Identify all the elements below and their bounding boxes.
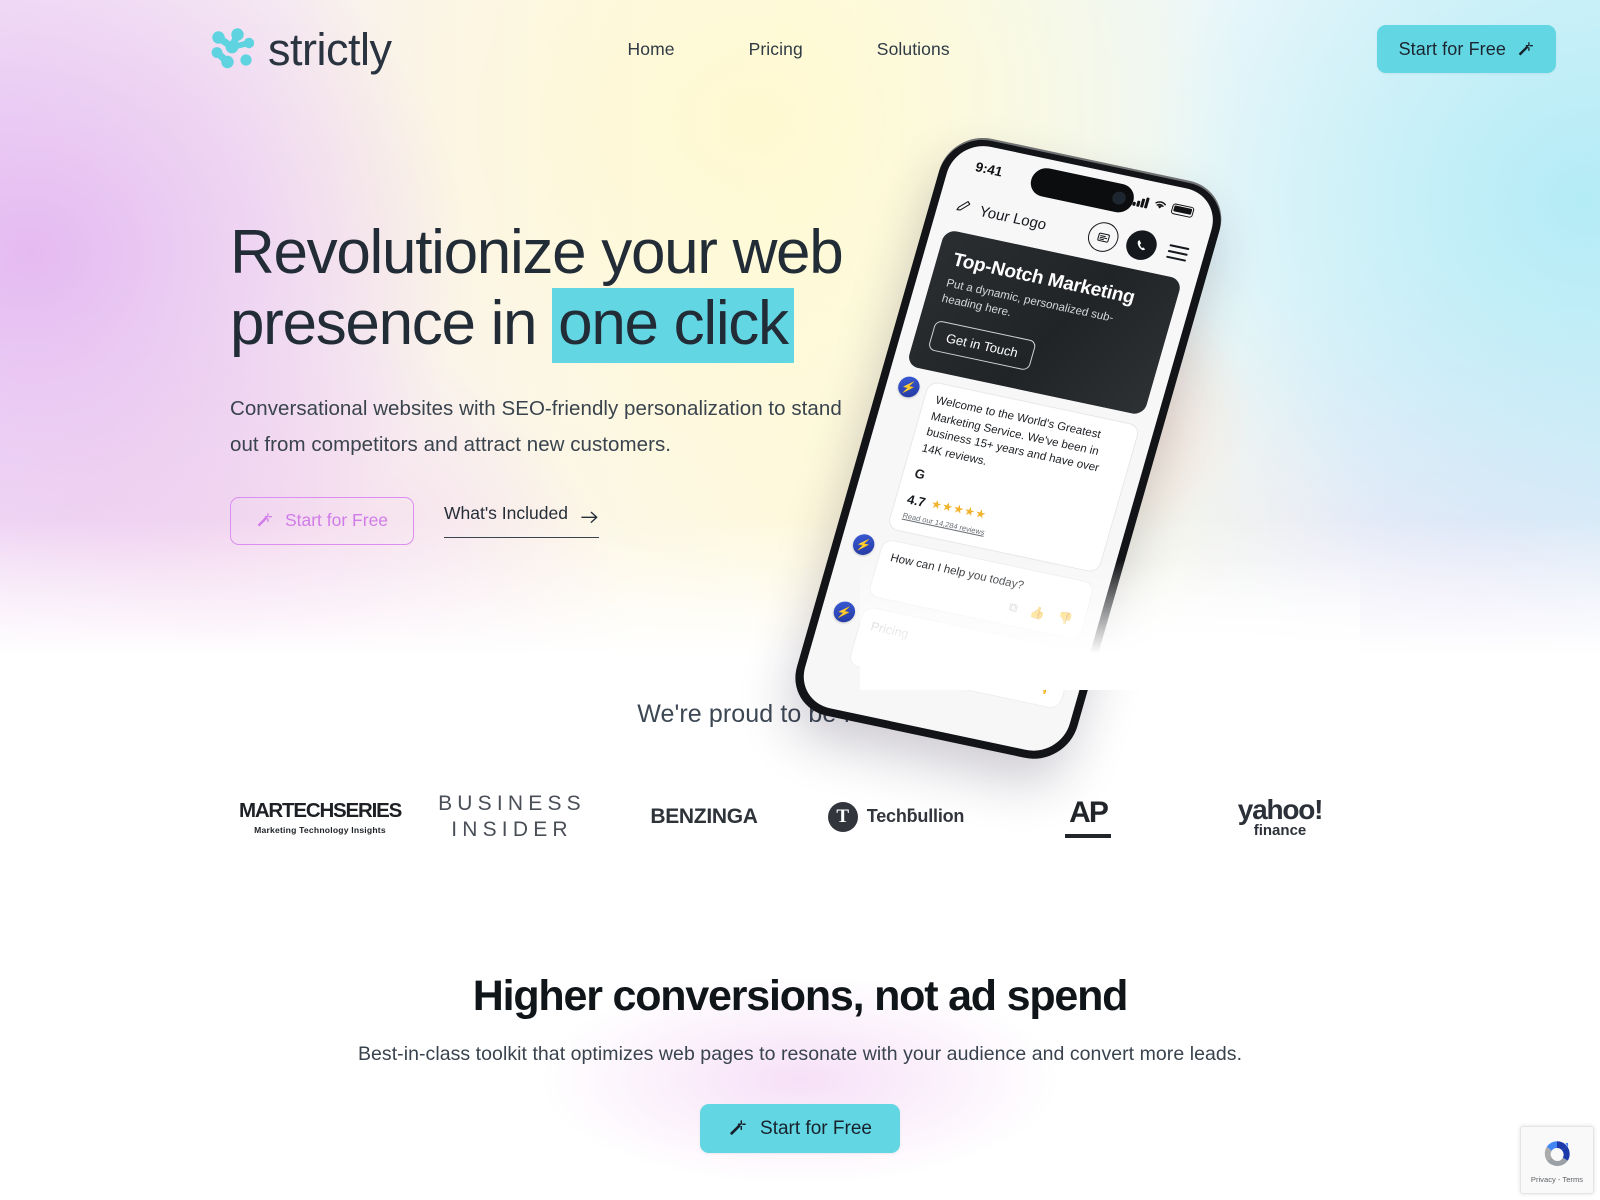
- brand-logo-link[interactable]: strictly: [210, 27, 392, 72]
- pencil-icon: [954, 197, 974, 218]
- recaptcha-label: Privacy - Terms: [1530, 1174, 1584, 1184]
- hero-section: Revolutionize your web presence in one c…: [0, 0, 1600, 767]
- phone-mockup: 9:41 Your Logo Top-Notch Marketing Put a…: [785, 130, 1360, 767]
- phone-get-in-touch-button[interactable]: Get in Touch: [927, 319, 1037, 372]
- conversions-subtitle: Best-in-class toolkit that optimizes web…: [357, 1043, 1243, 1065]
- business-insider-line2: INSIDER: [451, 817, 573, 841]
- featured-in-title: We're proud to be featured in: [637, 700, 963, 728]
- site-header: strictly Home Pricing Solutions Start fo…: [0, 0, 1600, 98]
- logo-business-insider: BUSINESS INSIDER: [416, 791, 608, 842]
- header-cta-label: Start for Free: [1398, 38, 1506, 59]
- main-navigation: Home Pricing Solutions: [628, 39, 950, 60]
- header-start-for-free-button[interactable]: Start for Free: [1376, 25, 1556, 73]
- phone-rating-score: 4.7: [905, 491, 928, 510]
- hero-start-for-free-button[interactable]: Start for Free: [230, 496, 414, 545]
- brand-name: strictly: [268, 23, 392, 75]
- hero-title-highlight: one click: [552, 287, 794, 363]
- wifi-icon: [1151, 197, 1169, 214]
- phone-fade-mask: [860, 560, 1360, 690]
- bolt-icon: ⚡: [831, 599, 858, 625]
- featured-logos: MARTECHSERIES Marketing Technology Insig…: [0, 791, 1600, 842]
- hero-cta-label: Start for Free: [284, 510, 389, 531]
- logo-ap: AP: [992, 796, 1184, 838]
- magic-wand-icon: [1517, 41, 1534, 58]
- conversions-section: Higher conversions, not ad spend Best-in…: [0, 972, 1600, 1153]
- nav-item-home[interactable]: Home: [628, 39, 675, 60]
- logo-yahoo-finance: yahoo! finance: [1184, 794, 1376, 839]
- magic-wand-icon: [728, 1119, 747, 1138]
- status-indicators: [1132, 192, 1196, 219]
- hamburger-menu-icon[interactable]: [1166, 244, 1190, 262]
- battery-icon: [1170, 202, 1196, 218]
- ap-underline: [1065, 833, 1111, 838]
- landing-page: strictly Home Pricing Solutions Start fo…: [0, 0, 1600, 1200]
- google-g-icon: G: [912, 465, 928, 482]
- phone-logo-area: Your Logo: [954, 197, 1049, 234]
- martechseries-tagline: Marketing Technology Insights: [254, 824, 386, 835]
- logo-martechseries: MARTECHSERIES Marketing Technology Insig…: [224, 799, 416, 835]
- phone-message-text: Welcome to the World's Greatest Marketin…: [920, 394, 1103, 475]
- techbullion-name: Techƃullion: [866, 806, 965, 827]
- hero-copy: Revolutionize your web presence in one c…: [230, 218, 890, 545]
- conversions-start-for-free-button[interactable]: Start for Free: [700, 1104, 900, 1153]
- logo-benzinga: BENZINGA: [608, 805, 800, 829]
- bolt-icon: ⚡: [850, 532, 877, 558]
- conversions-cta-label: Start for Free: [760, 1117, 872, 1139]
- benzinga-name: BENZINGA: [650, 804, 758, 828]
- whats-included-label: What's Included: [444, 503, 568, 524]
- bolt-icon: ⚡: [895, 374, 923, 400]
- nav-item-solutions[interactable]: Solutions: [877, 39, 950, 60]
- recaptcha-badge[interactable]: Privacy - Terms: [1520, 1126, 1594, 1194]
- whats-included-link[interactable]: What's Included: [444, 503, 599, 539]
- featured-in-section: We're proud to be featured in MARTECHSER…: [0, 700, 1600, 842]
- martechseries-name: MARTECHSERIES: [238, 798, 402, 822]
- phone-logo-label: Your Logo: [977, 202, 1049, 234]
- hero-title: Revolutionize your web presence in one c…: [230, 218, 890, 363]
- ap-name: AP: [1069, 795, 1109, 829]
- nav-item-pricing[interactable]: Pricing: [749, 39, 803, 60]
- card-stack-icon[interactable]: [1084, 219, 1123, 255]
- phone-call-icon[interactable]: [1122, 227, 1161, 263]
- conversions-title: Higher conversions, not ad spend: [472, 972, 1129, 1020]
- magic-wand-icon: [256, 512, 273, 529]
- strictly-nodes-logo-icon: [210, 28, 255, 70]
- recaptcha-icon: [1540, 1137, 1574, 1171]
- techbullion-badge-icon: T: [827, 801, 858, 832]
- logo-techbullion: T Techƃullion: [800, 801, 992, 832]
- business-insider-line1: BUSINESS: [438, 792, 586, 815]
- arrow-right-icon: [581, 507, 599, 523]
- status-time: 9:41: [973, 158, 1005, 179]
- cellular-bars-icon: [1132, 194, 1150, 209]
- hero-actions: Start for Free What's Included: [230, 496, 890, 545]
- hero-subtitle: Conversational websites with SEO-friendl…: [230, 397, 842, 456]
